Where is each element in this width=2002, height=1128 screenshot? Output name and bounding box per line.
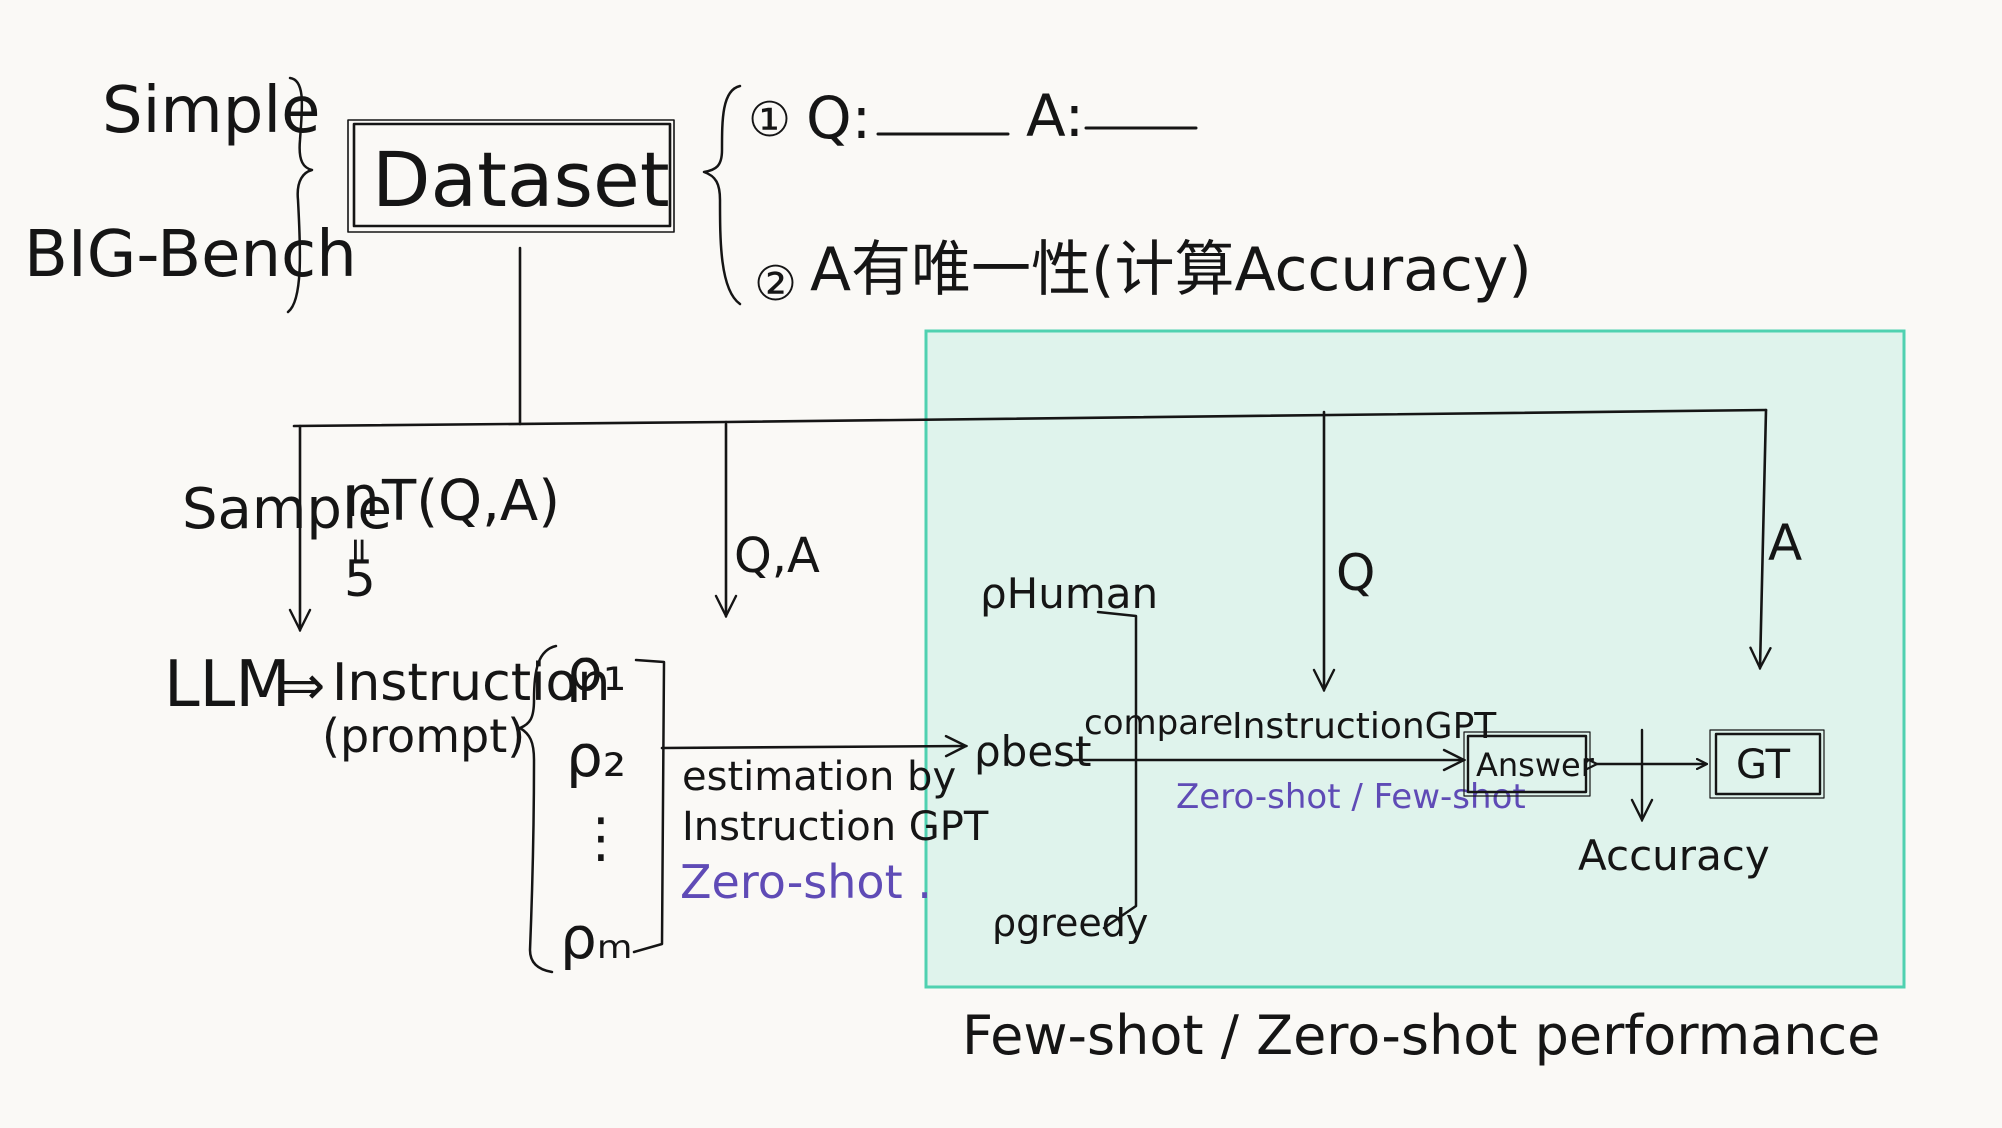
qa-label: Q,A [734, 528, 820, 584]
requirement-2-text: A有唯一性(计算Accuracy) [810, 235, 1532, 305]
prompt-dots: ⋮ [574, 806, 628, 869]
estimation-line2: Instruction GPT [682, 804, 989, 850]
requirement-2: ② A有唯一性(计算Accuracy) [754, 235, 1532, 312]
estimation-line1: estimation by [682, 754, 956, 800]
dataset-box: Dataset [347, 119, 675, 233]
implies-arrow: ⇒ [280, 654, 325, 717]
p-best: ρbest [974, 727, 1092, 776]
requirement-1-number: ① [748, 92, 791, 148]
sampling-annotation: Sample n T(Q,A) = 5 [182, 465, 560, 608]
compare-label: compare [1084, 703, 1233, 743]
p-human: ρHuman [980, 569, 1158, 618]
p-greedy: ρgreedy [992, 901, 1148, 945]
generation-row: LLM ⇒ Instruction (prompt) [164, 648, 610, 763]
sample-count: 5 [344, 550, 376, 608]
dataset-label: Dataset [372, 135, 670, 224]
sample-n: n [344, 465, 380, 530]
answer-label: Answer [1476, 746, 1595, 784]
q-arrow-label: Q [1336, 544, 1375, 602]
source-big-bench: BIG-Bench [24, 218, 357, 292]
requirement-2-number: ② [754, 256, 797, 312]
evaluation-region [924, 329, 1906, 989]
evaluation-caption: Few-shot / Zero-shot performance [962, 1004, 1880, 1067]
requirement-1-question: Q: [806, 84, 871, 152]
model-mode: Zero-shot / Few-shot [1176, 777, 1526, 817]
requirement-1: ① Q: A: [748, 82, 1198, 152]
prompt-pm: ρₘ [560, 904, 633, 972]
sample-pairs: T(Q,A) [381, 469, 560, 534]
source-simple: Simple [102, 74, 321, 148]
a-arrow-label: A [1768, 514, 1802, 572]
estimation-line3: Zero-shot . [680, 855, 932, 909]
prompt-list-bracket [632, 658, 666, 954]
prompt-p1: ρ₁ [566, 636, 626, 704]
model-label: InstructionGPT [1232, 706, 1497, 747]
requirements-brace [702, 84, 742, 306]
prompt-label: (prompt) [322, 709, 525, 763]
llm-label: LLM [164, 648, 291, 722]
estimation-arrow [660, 746, 966, 748]
requirement-1-answer: A: [1026, 82, 1084, 150]
gt-label: GT [1736, 742, 1791, 788]
diagram-canvas: Simple BIG-Bench Dataset ① Q: A: ② A有唯一性… [24, 74, 1906, 1067]
accuracy-label: Accuracy [1578, 831, 1770, 880]
prompt-p2: ρ₂ [566, 722, 626, 790]
